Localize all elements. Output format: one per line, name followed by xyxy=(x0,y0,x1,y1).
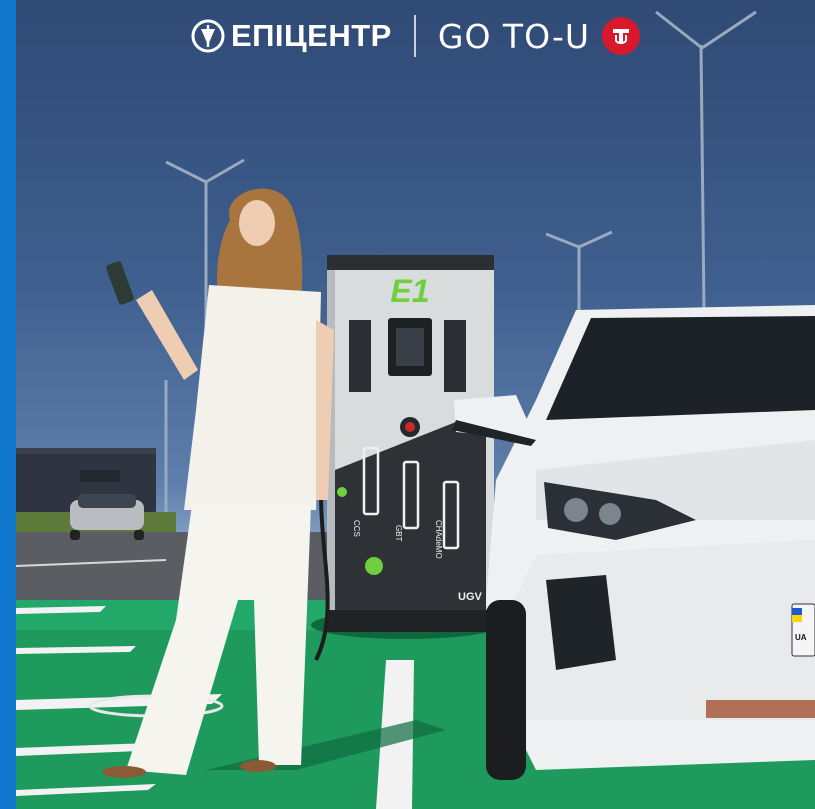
epicentr-brand-name: ЕПІЦЕНТР xyxy=(230,18,392,53)
connector-ccs-label: CCS xyxy=(352,520,361,537)
epicentr-emblem-icon xyxy=(191,19,225,53)
connector-chademo-label: CHAdeMO xyxy=(434,520,443,559)
charger-logo: E1 xyxy=(390,273,429,309)
gotou-brand-name: GO TO-U xyxy=(437,16,591,56)
header-divider xyxy=(413,15,416,57)
charger-maker-label: UGV xyxy=(458,591,483,603)
brand-header: ЕПІЦЕНТР GO TO-U xyxy=(16,8,815,64)
epicentr-logo: ЕПІЦЕНТР xyxy=(191,18,392,54)
scene: E1 CCS GBT CHAdeMO UGV UA xyxy=(16,10,815,809)
license-plate-country: UA xyxy=(795,633,807,642)
advertising-photo: E1 CCS GBT CHAdeMO UGV UA ЕПІЦЕНТР GO TO… xyxy=(16,0,815,809)
gotou-badge-icon xyxy=(602,17,641,55)
white-car xyxy=(452,305,815,780)
connector-gbt-label: GBT xyxy=(394,525,403,542)
gotou-logo: GO TO-U xyxy=(437,16,641,56)
